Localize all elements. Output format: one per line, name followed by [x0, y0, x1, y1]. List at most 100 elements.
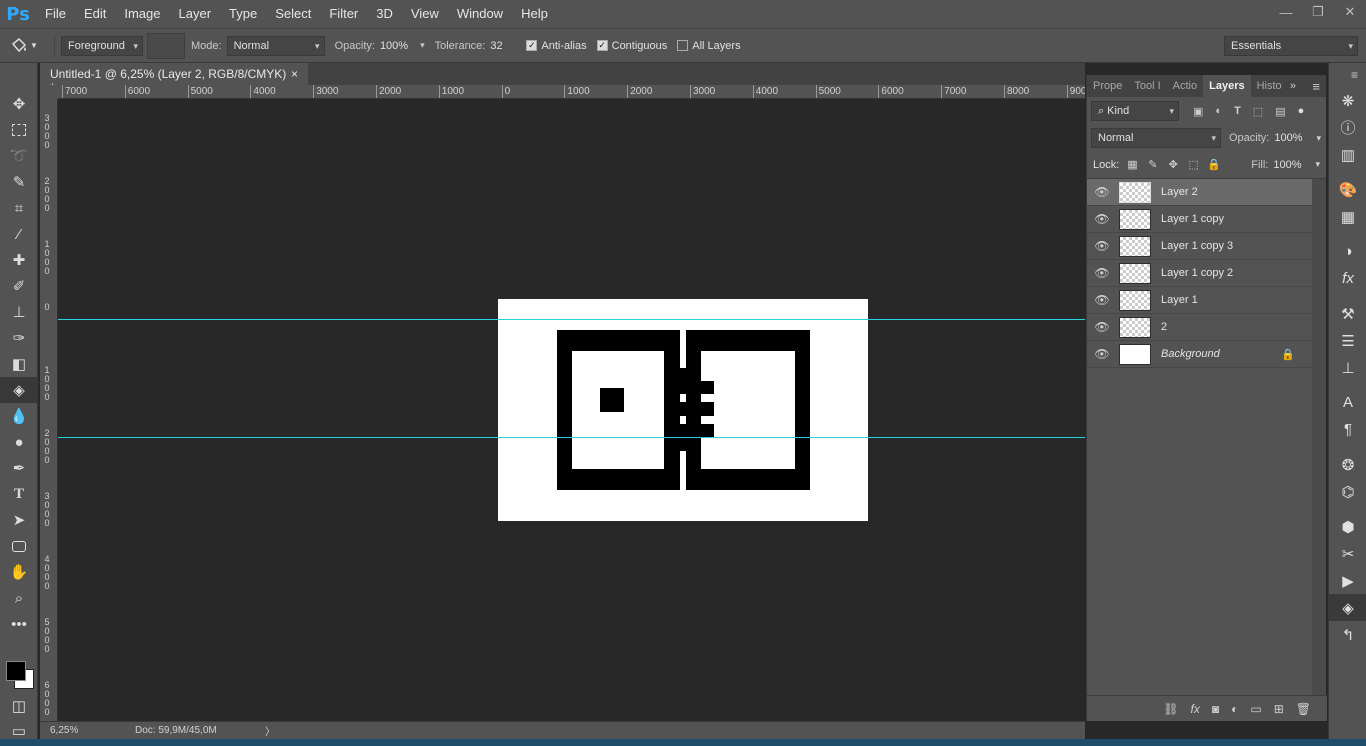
- lock-position-icon[interactable]: ✥: [1166, 157, 1180, 173]
- layer-opacity-input[interactable]: 100%: [1274, 132, 1302, 144]
- filter-shape-icon[interactable]: ⬚: [1253, 105, 1263, 118]
- add-mask-icon[interactable]: ◙: [1212, 702, 1219, 716]
- delete-layer-icon[interactable]: 🗑: [1296, 702, 1311, 716]
- workspace-dropdown[interactable]: Essentials ▾: [1224, 35, 1358, 56]
- expand-panel-icon[interactable]: »: [1290, 80, 1296, 92]
- 3d-panel-icon[interactable]: ⬢: [1329, 513, 1366, 540]
- healing-brush-tool-icon[interactable]: ✚: [0, 247, 38, 273]
- menu-type[interactable]: Type: [220, 0, 266, 28]
- blur-tool-icon[interactable]: 💧: [0, 403, 38, 429]
- visibility-eye-icon[interactable]: 👁: [1087, 293, 1117, 307]
- layer-name[interactable]: Background: [1161, 348, 1220, 360]
- path-selection-tool-icon[interactable]: ➤: [0, 507, 38, 533]
- quick-select-tool-icon[interactable]: ✎: [0, 169, 38, 195]
- layer-name[interactable]: Layer 1 copy 3: [1161, 240, 1233, 252]
- dodge-tool-icon[interactable]: ●: [0, 429, 38, 455]
- horizontal-guide[interactable]: [58, 437, 1085, 438]
- histogram-panel-icon[interactable]: ▥: [1329, 141, 1366, 168]
- mode-dropdown[interactable]: Normal ▾: [226, 35, 325, 56]
- lock-artboard-icon[interactable]: ⬚: [1186, 157, 1200, 173]
- brush-panel-icon[interactable]: ⚒: [1329, 300, 1366, 327]
- eraser-tool-icon[interactable]: ◧: [0, 351, 38, 377]
- menu-layer[interactable]: Layer: [170, 0, 221, 28]
- filter-adjustment-icon[interactable]: ◐: [1215, 105, 1222, 117]
- menu-window[interactable]: Window: [448, 0, 512, 28]
- lock-image-icon[interactable]: ✎: [1146, 157, 1160, 173]
- more-tools-icon[interactable]: •••: [0, 611, 38, 637]
- layer-name[interactable]: Layer 1 copy: [1161, 213, 1224, 225]
- menu-file[interactable]: File: [36, 0, 75, 28]
- swatches-panel-icon[interactable]: 🎨: [1329, 176, 1366, 203]
- new-adjustment-layer-icon[interactable]: ◐: [1231, 702, 1238, 716]
- horizontal-ruler[interactable]: 7000 6000 5000 4000 3000 2000 1000 0 1000 2000 300…: [58, 85, 1085, 99]
- paragraph-panel-icon[interactable]: ¶: [1329, 416, 1366, 443]
- visibility-eye-icon[interactable]: 👁: [1087, 239, 1117, 253]
- lock-all-icon[interactable]: 🔒: [1207, 157, 1221, 173]
- eyedropper-tool-icon[interactable]: ⁄: [0, 221, 38, 247]
- adjustments-panel-icon[interactable]: ◑: [1329, 238, 1366, 265]
- chevron-down-icon[interactable]: ▾: [1316, 159, 1321, 170]
- filter-pixel-icon[interactable]: ▣: [1193, 105, 1203, 118]
- character-panel-icon[interactable]: A: [1329, 389, 1366, 416]
- visibility-eye-icon[interactable]: 👁: [1087, 266, 1117, 280]
- dock-menu-icon[interactable]: ≡: [1329, 63, 1366, 87]
- vertical-ruler[interactable]: 3000 2000 1000 0 1000 2000 3000 4000 5000 6000: [40, 99, 58, 721]
- document-tab[interactable]: Untitled-1 @ 6,25% (Layer 2, RGB/8/CMYK)…: [40, 63, 308, 95]
- menu-view[interactable]: View: [402, 0, 448, 28]
- marquee-tool-icon[interactable]: [0, 117, 38, 143]
- restore-button[interactable]: ❐: [1302, 0, 1334, 24]
- chevron-down-icon[interactable]: ▾: [420, 40, 425, 51]
- layer-row[interactable]: 👁 Layer 1 copy 2: [1087, 260, 1313, 287]
- pen-tool-icon[interactable]: ✒: [0, 455, 38, 481]
- anti-alias-checkbox[interactable]: ✓: [526, 40, 538, 51]
- info-panel-icon[interactable]: ⓘ: [1329, 114, 1366, 141]
- actions-play-icon[interactable]: ▶: [1329, 567, 1366, 594]
- filter-kind-dropdown[interactable]: ⌕ Kind ▾: [1091, 101, 1179, 121]
- layer-style-icon[interactable]: fx: [1191, 702, 1200, 716]
- foreground-color-swatch[interactable]: [6, 661, 26, 681]
- tolerance-input[interactable]: 32: [490, 40, 516, 52]
- history-panel-icon[interactable]: ↰: [1329, 621, 1366, 648]
- chevron-right-icon[interactable]: 〉: [265, 723, 275, 738]
- zoom-tool-icon[interactable]: ⌕: [0, 585, 38, 611]
- tab-tool-presets[interactable]: Tool I: [1128, 75, 1166, 97]
- brush-settings-icon[interactable]: ☰: [1329, 327, 1366, 354]
- styles-panel-icon[interactable]: fx: [1329, 265, 1366, 292]
- visibility-eye-icon[interactable]: 👁: [1087, 185, 1117, 199]
- layers-scrollbar[interactable]: [1312, 179, 1326, 695]
- filter-smart-object-icon[interactable]: ▤: [1275, 105, 1285, 118]
- close-tab-icon[interactable]: ×: [291, 67, 298, 81]
- type-tool-icon[interactable]: T: [0, 481, 38, 507]
- panel-menu-icon[interactable]: ≡: [1312, 79, 1320, 94]
- menu-select[interactable]: Select: [266, 0, 320, 28]
- menu-filter[interactable]: Filter: [320, 0, 367, 28]
- ruler-origin[interactable]: [40, 85, 58, 99]
- layer-row[interactable]: 👁 Layer 1: [1087, 287, 1313, 314]
- minimize-button[interactable]: —: [1270, 0, 1302, 24]
- filter-type-icon[interactable]: T: [1234, 105, 1241, 117]
- layer-row[interactable]: 👁 Background 🔒: [1087, 341, 1313, 368]
- history-brush-tool-icon[interactable]: ✑: [0, 325, 38, 351]
- horizontal-guide[interactable]: [58, 319, 1085, 320]
- layer-name[interactable]: Layer 1: [1161, 294, 1198, 306]
- menu-image[interactable]: Image: [115, 0, 169, 28]
- visibility-eye-icon[interactable]: 👁: [1087, 320, 1117, 334]
- new-layer-icon[interactable]: ⊞: [1274, 702, 1284, 716]
- all-layers-checkbox[interactable]: [677, 40, 689, 51]
- lasso-tool-icon[interactable]: ➰: [0, 143, 38, 169]
- document-canvas[interactable]: [498, 299, 868, 521]
- filter-toggle-icon[interactable]: ●: [1298, 105, 1305, 117]
- brush-tool-icon[interactable]: ✐: [0, 273, 38, 299]
- menu-help[interactable]: Help: [512, 0, 557, 28]
- grid-panel-icon[interactable]: ▦: [1329, 203, 1366, 230]
- layer-name[interactable]: 2: [1161, 321, 1167, 333]
- tab-actions[interactable]: Actio: [1167, 75, 1203, 97]
- layer-row[interactable]: 👁 Layer 1 copy: [1087, 206, 1313, 233]
- crop-tool-icon[interactable]: ⌗: [0, 195, 38, 221]
- paths-panel-icon[interactable]: ⌬: [1329, 478, 1366, 505]
- blend-mode-dropdown[interactable]: Normal ▾: [1091, 128, 1221, 148]
- layer-row[interactable]: 👁 Layer 1 copy 3: [1087, 233, 1313, 260]
- pattern-picker[interactable]: [147, 32, 185, 59]
- fill-source-dropdown[interactable]: Foreground ▾: [61, 35, 143, 56]
- paint-bucket-preset-icon[interactable]: ▼: [0, 33, 48, 59]
